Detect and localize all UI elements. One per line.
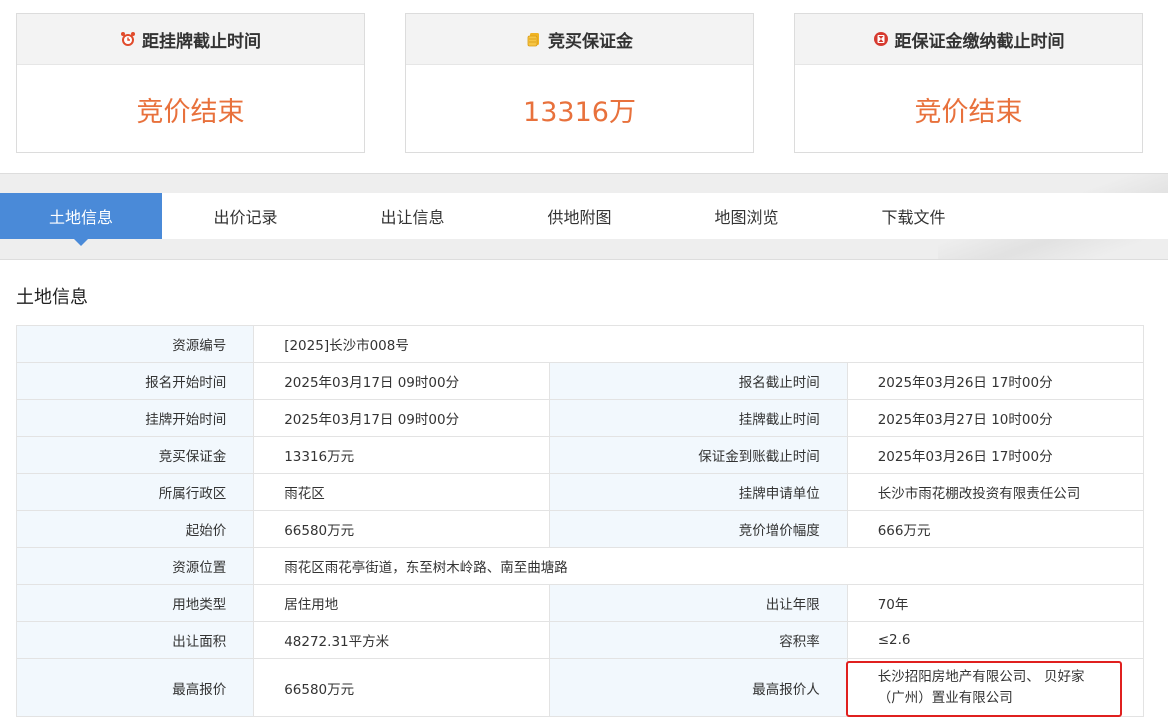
card-deposit-title: 竞买保证金	[548, 31, 633, 52]
countdown-panel: 距挂牌截止时间 竞价结束 竞买保证金 13316万 距保证金缴纳截止时间 竞价结…	[0, 0, 1168, 174]
tab-bid-records[interactable]: 出价记录	[162, 193, 329, 239]
card-deposit-header: 竞买保证金	[406, 14, 753, 65]
tab-download-files[interactable]: 下载文件	[830, 193, 997, 239]
row-value: 66580万元	[253, 658, 551, 717]
land-info-panel: 土地信息 资源编号 [2025]长沙市008号 报名开始时间 2025年03月1…	[0, 259, 1168, 718]
land-info-table: 资源编号 [2025]长沙市008号 报名开始时间 2025年03月17日 09…	[15, 325, 1145, 717]
card-deadline-title: 距挂牌截止时间	[142, 31, 261, 52]
card-deposit-value: 13316万	[523, 96, 636, 128]
row-value: 70年	[846, 584, 1145, 622]
card-deposit-deadline-title: 距保证金缴纳截止时间	[894, 31, 1065, 52]
timer-icon	[873, 31, 889, 47]
card-deadline-header: 距挂牌截止时间	[17, 14, 364, 65]
card-deadline: 距挂牌截止时间 竞价结束	[16, 13, 365, 153]
highest-bidder-line-1: 长沙招阳房地产有限公司、 贝好家	[877, 668, 1085, 685]
row-label: 挂牌开始时间	[15, 399, 255, 437]
highest-bidder-line-2: （广州）置业有限公司	[877, 689, 1013, 706]
table-row: 出让面积 48272.31平方米 容积率 ≤2.6	[15, 621, 1145, 659]
row-value: 雨花区	[253, 473, 551, 511]
table-row: 挂牌开始时间 2025年03月17日 09时00分 挂牌截止时间 2025年03…	[15, 399, 1145, 437]
row-value: 66580万元	[253, 510, 551, 548]
row-value: [2025]长沙市008号	[253, 325, 1144, 363]
section-title: 土地信息	[16, 287, 88, 308]
row-value: 雨花区雨花亭街道，东至树木岭路、南至曲塘路	[253, 547, 1144, 585]
tab-land-info[interactable]: 土地信息	[0, 193, 162, 246]
table-row: 所属行政区 雨花区 挂牌申请单位 长沙市雨花棚改投资有限责任公司	[15, 473, 1145, 511]
tab-bar: 土地信息 出价记录 出让信息 供地附图 地图浏览 下载文件	[0, 193, 1168, 246]
tab-land-maps[interactable]: 供地附图	[496, 193, 663, 239]
row-label: 资源编号	[15, 325, 255, 363]
table-row: 资源位置 雨花区雨花亭街道，东至树木岭路、南至曲塘路	[15, 547, 1144, 585]
row-value: 长沙市雨花棚改投资有限责任公司	[846, 473, 1145, 511]
row-label: 报名截止时间	[549, 362, 848, 400]
row-label: 挂牌申请单位	[549, 473, 848, 511]
row-label: 报名开始时间	[15, 362, 255, 400]
tab-map-browse[interactable]: 地图浏览	[663, 193, 830, 239]
row-value: 居住用地	[253, 584, 551, 622]
row-label: 所属行政区	[15, 473, 255, 511]
alarm-clock-icon	[120, 31, 136, 47]
row-value: 2025年03月26日 17时00分	[846, 362, 1145, 400]
row-value: ≤2.6	[846, 621, 1145, 659]
row-label: 竞买保证金	[15, 436, 255, 474]
row-label: 容积率	[549, 621, 848, 659]
row-value: 13316万元	[253, 436, 551, 474]
row-value: 2025年03月17日 09时00分	[253, 399, 551, 437]
card-deposit-deadline-header: 距保证金缴纳截止时间	[795, 14, 1142, 65]
coin-stack-icon	[526, 31, 542, 47]
row-value: 2025年03月27日 10时00分	[846, 399, 1145, 437]
row-label: 起始价	[15, 510, 255, 548]
row-label: 出让年限	[549, 584, 848, 622]
card-deposit-deadline-value: 竞价结束	[914, 96, 1023, 128]
table-row: 竞买保证金 13316万元 保证金到账截止时间 2025年03月26日 17时0…	[15, 436, 1145, 474]
table-row: 起始价 66580万元 竞价增价幅度 666万元	[15, 510, 1145, 548]
table-row: 最高报价 66580万元 最高报价人 长沙招阳房地产有限公司、 贝好家 （广州）…	[15, 658, 1145, 717]
row-value: 2025年03月26日 17时00分	[846, 436, 1145, 474]
row-label: 挂牌截止时间	[549, 399, 848, 437]
row-label: 竞价增价幅度	[549, 510, 848, 548]
row-value: 666万元	[846, 510, 1145, 548]
highest-bidder-value: 长沙招阳房地产有限公司、 贝好家 （广州）置业有限公司	[846, 658, 1145, 717]
row-label: 最高报价人	[549, 658, 848, 717]
table-row: 报名开始时间 2025年03月17日 09时00分 报名截止时间 2025年03…	[15, 362, 1145, 400]
row-label: 出让面积	[15, 621, 255, 659]
row-label: 最高报价	[15, 658, 255, 717]
tab-transfer-info[interactable]: 出让信息	[329, 193, 496, 239]
row-label: 资源位置	[15, 547, 255, 585]
table-row: 用地类型 居住用地 出让年限 70年	[15, 584, 1145, 622]
card-deposit: 竞买保证金 13316万	[405, 13, 754, 153]
row-label: 保证金到账截止时间	[549, 436, 848, 474]
card-deposit-deadline: 距保证金缴纳截止时间 竞价结束	[794, 13, 1143, 153]
table-row: 资源编号 [2025]长沙市008号	[15, 325, 1144, 363]
row-value: 48272.31平方米	[253, 621, 551, 659]
card-deadline-value: 竞价结束	[136, 96, 245, 128]
row-label: 用地类型	[15, 584, 255, 622]
row-value: 2025年03月17日 09时00分	[253, 362, 551, 400]
